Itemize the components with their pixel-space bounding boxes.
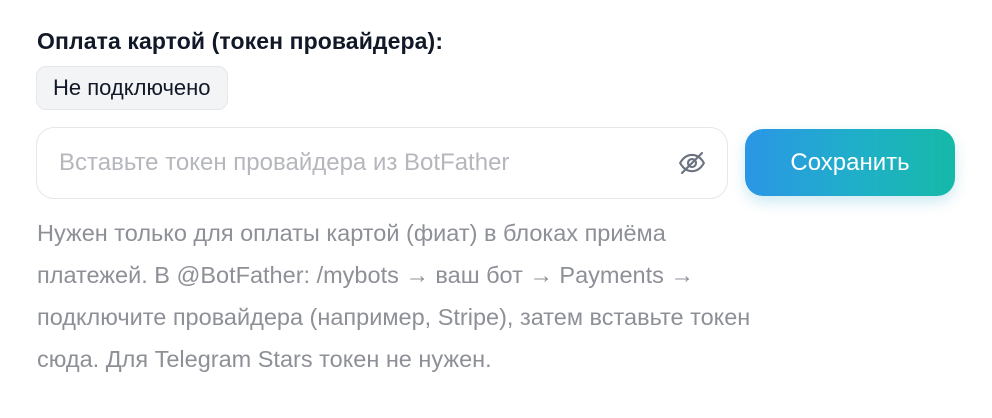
connection-status-badge: Не подключено bbox=[36, 66, 228, 110]
provider-token-field bbox=[36, 127, 728, 199]
eye-off-icon[interactable] bbox=[677, 148, 707, 178]
card-payment-settings: Оплата картой (токен провайдера): Не под… bbox=[0, 0, 992, 418]
provider-token-input[interactable] bbox=[59, 128, 659, 197]
save-button[interactable]: Сохранить bbox=[745, 129, 955, 196]
help-text-line: подключите провайдера (например, Stripe)… bbox=[37, 304, 751, 330]
help-text-line: сюда. Для Telegram Stars токен не нужен. bbox=[37, 346, 492, 372]
help-text-line: Нужен только для оплаты картой (фиат) в … bbox=[37, 220, 666, 246]
help-text: Нужен только для оплаты картой (фиат) в … bbox=[37, 212, 967, 380]
card-payment-label: Оплата картой (токен провайдера): bbox=[37, 28, 444, 54]
help-text-line: платежей. В @BotFather: /mybots → ваш бо… bbox=[37, 262, 694, 288]
